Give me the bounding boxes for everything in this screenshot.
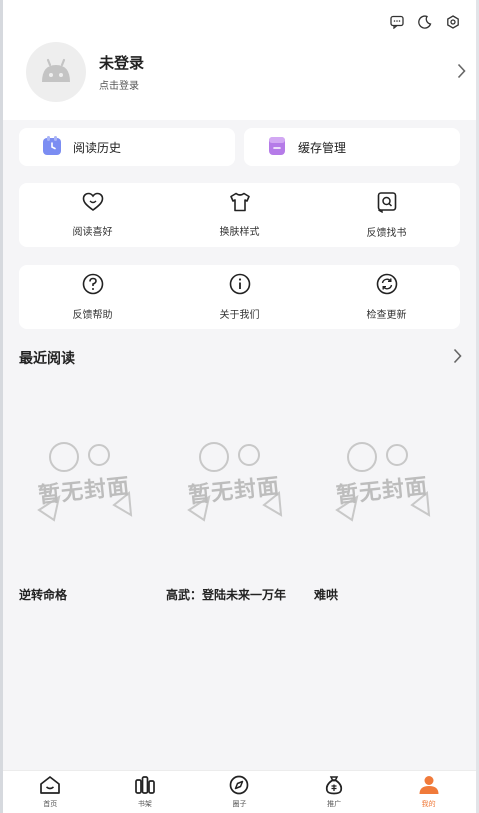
money-bag-icon (323, 775, 345, 797)
check-update-button[interactable]: 检查更新 (313, 265, 460, 329)
reading-preference-button[interactable]: 阅读喜好 (19, 183, 166, 247)
book-cover[interactable]: 暂无封面 (317, 385, 447, 565)
profile-screen: 未登录 点击登录 阅读历史 缓存管理 阅读喜好 换肤样式 反馈找书 反馈帮助 关… (3, 0, 476, 813)
book-title[interactable]: 高武：登陆未来一万年 (166, 586, 286, 603)
bookshelf-icon (134, 775, 156, 797)
top-icon-bar (388, 13, 462, 31)
login-hint[interactable]: 点击登录 (99, 77, 139, 92)
book-title[interactable]: 逆转命格 (19, 586, 67, 603)
profile-header: 未登录 点击登录 (3, 0, 476, 120)
message-icon[interactable] (388, 13, 406, 31)
feedback-help-label: 反馈帮助 (72, 310, 113, 321)
book-title[interactable]: 难哄 (314, 586, 338, 603)
feedback-help-button[interactable]: 反馈帮助 (19, 265, 166, 329)
tab-bookshelf-label: 书架 (137, 800, 152, 808)
refresh-icon (376, 273, 398, 298)
tab-bookshelf[interactable]: 书架 (98, 771, 193, 813)
compass-icon (228, 775, 250, 797)
feature-grid-2: 反馈帮助 关于我们 检查更新 (19, 265, 460, 329)
search-book-icon (376, 191, 398, 216)
night-mode-icon[interactable] (416, 13, 434, 31)
tab-mine[interactable]: 我的 (381, 771, 476, 813)
recent-book-covers: 暂无封面 暂无封面 暂无封面 (19, 385, 469, 565)
bottom-tab-bar: 首页 书架 圈子 推广 我的 (3, 770, 476, 813)
help-icon (82, 273, 104, 298)
shirt-icon (229, 192, 251, 215)
about-us-button[interactable]: 关于我们 (166, 265, 313, 329)
heart-icon (82, 192, 104, 215)
recent-reading-title: 最近阅读 (19, 351, 75, 367)
cache-icon (266, 135, 288, 160)
avatar[interactable] (26, 42, 86, 102)
check-update-label: 检查更新 (366, 310, 407, 321)
profile-icon (418, 775, 440, 797)
book-cover[interactable]: 暂无封面 (169, 385, 299, 565)
reading-preference-label: 阅读喜好 (72, 227, 113, 238)
chevron-right-icon[interactable] (457, 63, 466, 83)
settings-icon[interactable] (444, 13, 462, 31)
skin-style-label: 换肤样式 (219, 227, 260, 238)
reading-history-label: 阅读历史 (73, 140, 122, 155)
history-icon (41, 135, 63, 160)
tab-circle[interactable]: 圈子 (192, 771, 287, 813)
tab-mine-label: 我的 (421, 800, 436, 808)
user-name[interactable]: 未登录 (99, 52, 144, 73)
robot-avatar-icon (42, 58, 70, 82)
tab-promotion[interactable]: 推广 (287, 771, 382, 813)
book-cover[interactable]: 暂无封面 (19, 385, 149, 565)
cache-manage-button[interactable]: 缓存管理 (244, 128, 460, 166)
feedback-find-book-label: 反馈找书 (366, 228, 407, 239)
info-icon (229, 273, 251, 298)
chevron-right-icon[interactable] (453, 348, 462, 368)
reading-history-button[interactable]: 阅读历史 (19, 128, 235, 166)
skin-style-button[interactable]: 换肤样式 (166, 183, 313, 247)
home-icon (39, 775, 61, 797)
tab-home-label: 首页 (43, 800, 58, 808)
about-us-label: 关于我们 (219, 310, 260, 321)
tab-home[interactable]: 首页 (3, 771, 98, 813)
feature-grid-1: 阅读喜好 换肤样式 反馈找书 (19, 183, 460, 247)
feedback-find-book-button[interactable]: 反馈找书 (313, 183, 460, 247)
tab-promotion-label: 推广 (327, 800, 342, 808)
cache-manage-label: 缓存管理 (298, 140, 347, 155)
tab-circle-label: 圈子 (232, 800, 247, 808)
